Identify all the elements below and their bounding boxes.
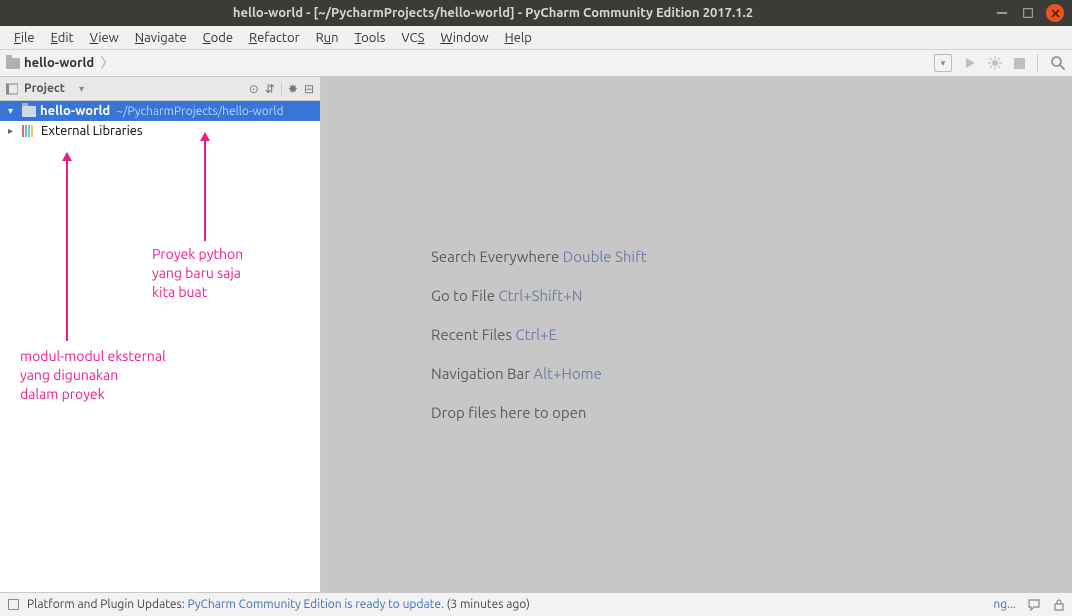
folder-icon xyxy=(22,106,36,117)
hide-panel-icon[interactable]: ⊟ xyxy=(304,82,314,96)
title-bar: hello-world - [~/PycharmProjects/hello-w… xyxy=(0,0,1072,26)
tip-search-everywhere: Search Everywhere Double Shift xyxy=(431,248,647,265)
welcome-tips: Search Everywhere Double Shift Go to Fil… xyxy=(431,248,647,421)
menu-run[interactable]: Run xyxy=(308,29,347,47)
minimize-button[interactable] xyxy=(994,5,1010,21)
project-tool-window: Project ▾ ⊙ ⇵ ✸ ⊟ ▾ hello-world ~/Pychar… xyxy=(0,77,321,592)
menu-bar: File Edit View Navigate Code Refactor Ru… xyxy=(0,26,1072,50)
maximize-button[interactable] xyxy=(1020,5,1036,21)
editor-welcome-area[interactable]: Search Everywhere Double Shift Go to Fil… xyxy=(321,77,1072,592)
separator xyxy=(281,82,282,96)
tip-drop-files: Drop files here to open xyxy=(431,404,647,421)
menu-file[interactable]: File xyxy=(6,29,43,47)
settings-icon[interactable]: ✸ xyxy=(288,82,298,96)
collapse-all-icon[interactable]: ⇵ xyxy=(265,82,275,96)
project-panel-header: Project ▾ ⊙ ⇵ ✸ ⊟ xyxy=(0,77,320,101)
menu-help[interactable]: Help xyxy=(497,29,540,47)
status-update-link[interactable]: PyCharm Community Edition is ready to up… xyxy=(187,598,443,611)
menu-edit[interactable]: Edit xyxy=(43,29,82,47)
menu-window[interactable]: Window xyxy=(432,29,496,47)
window-controls xyxy=(986,4,1072,22)
tree-root-name: hello-world xyxy=(40,104,110,118)
project-panel-title: Project xyxy=(24,82,65,95)
menu-view[interactable]: View xyxy=(82,29,127,47)
search-everywhere-button[interactable] xyxy=(1050,55,1066,71)
toolbar-right: ▾ xyxy=(934,54,1066,72)
event-log-icon[interactable] xyxy=(1028,599,1042,611)
menu-vcs[interactable]: VCS xyxy=(393,29,432,47)
window-title: hello-world - [~/PycharmProjects/hello-w… xyxy=(0,6,986,20)
status-hint[interactable]: ng... xyxy=(993,598,1016,611)
annotation-arrow-extlibs xyxy=(66,153,68,341)
tip-recent-files: Recent Files Ctrl+E xyxy=(431,326,647,343)
run-config-dropdown[interactable]: ▾ xyxy=(934,54,952,72)
separator xyxy=(1037,54,1038,72)
menu-code[interactable]: Code xyxy=(195,29,241,47)
lock-icon[interactable] xyxy=(1054,599,1064,611)
folder-icon xyxy=(6,58,20,69)
menu-refactor[interactable]: Refactor xyxy=(241,29,308,47)
external-libraries-icon xyxy=(22,125,33,137)
navigation-bar: hello-world 〉 ▾ xyxy=(0,50,1072,77)
tip-navigation-bar: Navigation Bar Alt+Home xyxy=(431,365,647,382)
annotation-arrow-project xyxy=(204,133,206,241)
tree-external-libraries[interactable]: ▸ External Libraries xyxy=(0,121,320,141)
stop-button[interactable] xyxy=(1014,58,1025,69)
expand-arrow-icon[interactable]: ▸ xyxy=(8,125,18,137)
status-bar: Platform and Plugin Updates: PyCharm Com… xyxy=(0,592,1072,616)
menu-navigate[interactable]: Navigate xyxy=(127,29,195,47)
debug-button[interactable] xyxy=(988,56,1002,70)
breadcrumb[interactable]: hello-world 〉 xyxy=(6,53,116,73)
breadcrumb-root: hello-world xyxy=(24,56,94,70)
main-area: Project ▾ ⊙ ⇵ ✸ ⊟ ▾ hello-world ~/Pychar… xyxy=(0,77,1072,592)
expand-arrow-icon[interactable]: ▾ xyxy=(8,105,18,117)
project-view-icon xyxy=(6,83,18,95)
tip-go-to-file: Go to File Ctrl+Shift+N xyxy=(431,287,647,304)
tree-external-libs-label: External Libraries xyxy=(41,124,143,138)
chevron-right-icon: 〉 xyxy=(98,53,116,73)
menu-tools[interactable]: Tools xyxy=(347,29,394,47)
status-message[interactable]: Platform and Plugin Updates: PyCharm Com… xyxy=(27,598,530,611)
annotation-text-project: Proyek python yang baru saja kita buat xyxy=(152,245,243,302)
tree-root-project[interactable]: ▾ hello-world ~/PycharmProjects/hello-wo… xyxy=(0,101,320,121)
run-button[interactable] xyxy=(964,57,976,69)
annotation-text-extlibs: modul-modul eksternal yang digunakan dal… xyxy=(20,347,166,404)
scroll-from-source-icon[interactable]: ⊙ xyxy=(249,82,259,96)
tool-windows-icon[interactable] xyxy=(8,599,19,610)
tree-root-path: ~/PycharmProjects/hello-world xyxy=(116,105,283,118)
close-button[interactable] xyxy=(1046,4,1064,22)
project-tree[interactable]: ▾ hello-world ~/PycharmProjects/hello-wo… xyxy=(0,101,320,141)
chevron-down-icon[interactable]: ▾ xyxy=(79,83,84,95)
